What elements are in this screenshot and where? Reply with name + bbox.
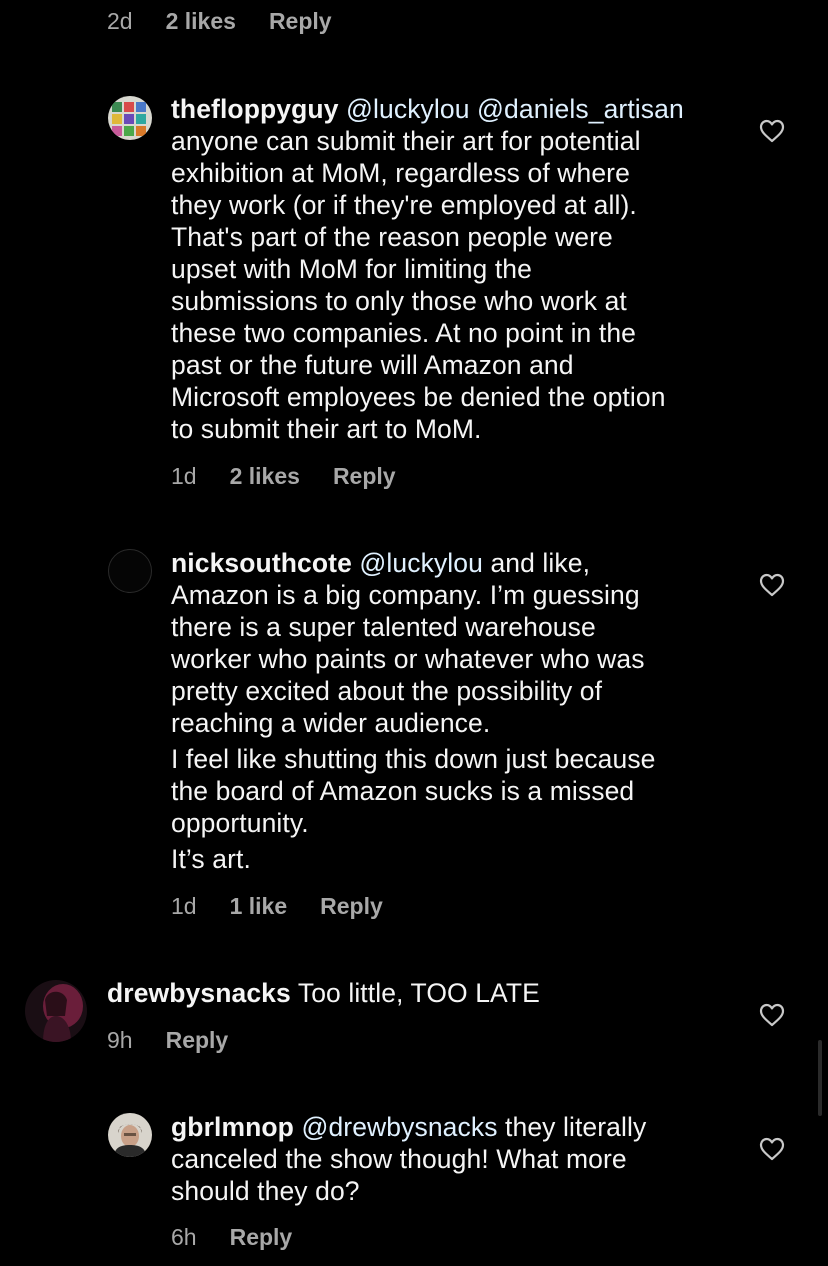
comments-screen: 2d 2 likes Reply thefloppyguy @luckylou bbox=[0, 0, 828, 1266]
comment-meta: 1d 2 likes Reply bbox=[171, 463, 396, 490]
comment-time: 1d bbox=[171, 463, 197, 489]
heart-outline-icon[interactable] bbox=[759, 573, 785, 597]
comment-text: gbrlmnop @drewbysnacks they literally ca… bbox=[171, 1111, 731, 1207]
avatar[interactable] bbox=[108, 1113, 152, 1157]
comment-likes[interactable]: 1 like bbox=[230, 893, 288, 920]
heart-outline-icon[interactable] bbox=[759, 1003, 785, 1027]
heart-outline-icon[interactable] bbox=[759, 1137, 785, 1161]
comment-username[interactable]: thefloppyguy bbox=[171, 94, 339, 124]
avatar[interactable] bbox=[108, 549, 152, 593]
avatar[interactable] bbox=[108, 96, 152, 140]
comment-time: 9h bbox=[107, 1027, 133, 1053]
comment-line: should they do? bbox=[171, 1176, 360, 1206]
heart-outline-icon[interactable] bbox=[759, 119, 785, 143]
comment-likes[interactable]: 2 likes bbox=[230, 463, 300, 490]
reply-button[interactable]: Reply bbox=[269, 8, 332, 35]
comment-line: Amazon is a big company. I’m guessing bbox=[171, 580, 640, 610]
comment-text: drewbysnacks Too little, TOO LATE bbox=[107, 977, 707, 1009]
comment-text: thefloppyguy @luckylou @daniels_artisan … bbox=[171, 93, 731, 445]
comment-username[interactable]: gbrlmnop bbox=[171, 1112, 294, 1142]
comment-line: to submit their art to MoM. bbox=[171, 414, 482, 444]
mention-link[interactable]: @drewbysnacks bbox=[301, 1112, 497, 1142]
comment-line: pretty excited about the possibility of bbox=[171, 676, 603, 706]
comment-line: opportunity. bbox=[171, 808, 309, 838]
comment-meta: 6h Reply bbox=[171, 1224, 292, 1251]
comment-time: 1d bbox=[171, 893, 197, 919]
comment-line: these two companies. At no point in the bbox=[171, 318, 636, 348]
mention-link[interactable]: @luckylou bbox=[346, 94, 470, 124]
scrollbar[interactable] bbox=[818, 1040, 822, 1116]
comment-likes[interactable]: 2 likes bbox=[166, 8, 236, 35]
mention-link[interactable]: @luckylou bbox=[359, 548, 483, 578]
comment-line: they work (or if they're employed at all… bbox=[171, 190, 637, 220]
comment-username[interactable]: drewbysnacks bbox=[107, 978, 291, 1008]
comment-line: reaching a wider audience. bbox=[171, 708, 491, 738]
comment-meta: 1d 1 like Reply bbox=[171, 893, 383, 920]
comment-line: worker who paints or whatever who was bbox=[171, 644, 645, 674]
reply-button[interactable]: Reply bbox=[230, 1224, 293, 1251]
comment-line: they literally bbox=[505, 1112, 647, 1142]
comment-line: I feel like shutting this down just beca… bbox=[171, 744, 656, 774]
comment-time: 2d bbox=[107, 8, 133, 34]
reply-button[interactable]: Reply bbox=[333, 463, 396, 490]
comment-line: there is a super talented warehouse bbox=[171, 612, 596, 642]
comment-meta: 9h Reply bbox=[107, 1027, 228, 1054]
comment-line: the board of Amazon sucks is a missed bbox=[171, 776, 635, 806]
comment-line: It’s art. bbox=[171, 844, 251, 874]
avatar[interactable] bbox=[25, 980, 87, 1042]
comment-line: upset with MoM for limiting the bbox=[171, 254, 532, 284]
comment-text: nicksouthcote @luckylou and like, Amazon… bbox=[171, 547, 731, 875]
comment-line: Too little, TOO LATE bbox=[297, 978, 540, 1008]
comment-line: past or the future will Amazon and bbox=[171, 350, 574, 380]
reply-button[interactable]: Reply bbox=[320, 893, 383, 920]
comment-line: and like, bbox=[490, 548, 591, 578]
comment-line: anyone can submit their art for potentia… bbox=[171, 126, 641, 156]
mention-link[interactable]: @daniels_artisan bbox=[477, 94, 684, 124]
comment-line: canceled the show though! What more bbox=[171, 1144, 627, 1174]
reply-button[interactable]: Reply bbox=[166, 1027, 229, 1054]
comment-line: exhibition at MoM, regardless of where bbox=[171, 158, 630, 188]
comment-time: 6h bbox=[171, 1224, 197, 1250]
comment-meta: 2d 2 likes Reply bbox=[107, 8, 332, 35]
comment-line: submissions to only those who work at bbox=[171, 286, 627, 316]
comment-line: Microsoft employees be denied the option bbox=[171, 382, 666, 412]
comment-line: That's part of the reason people were bbox=[171, 222, 613, 252]
comment-username[interactable]: nicksouthcote bbox=[171, 548, 352, 578]
